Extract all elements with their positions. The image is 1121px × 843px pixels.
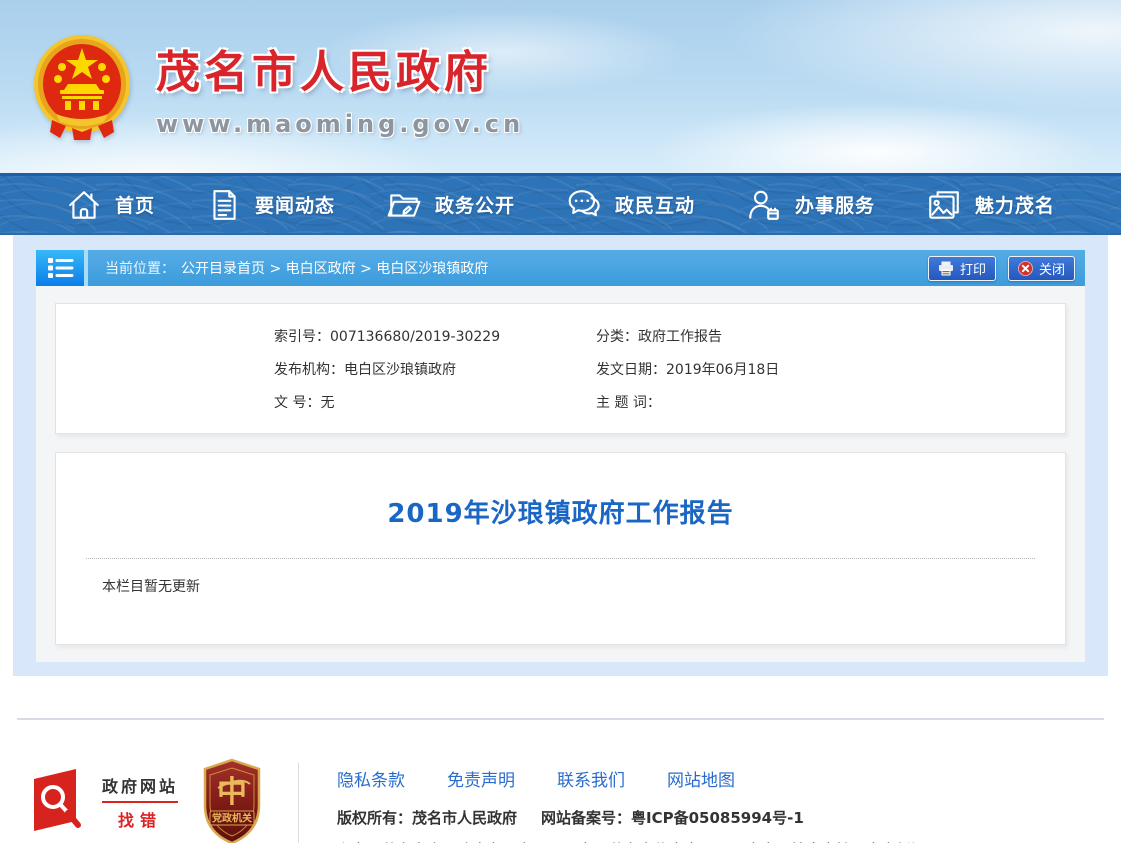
- nav-item-news[interactable]: 要闻动态: [206, 187, 335, 223]
- home-icon: [66, 187, 102, 223]
- site-header: 茂名市人民政府 www.maoming.gov.cn: [0, 0, 1121, 173]
- list-icon: [46, 256, 74, 280]
- disclaimer-link[interactable]: 免责声明: [447, 766, 515, 791]
- main-nav: 首页 要闻动态 政务公开 政民互动 办事服务: [0, 173, 1121, 235]
- nav-item-charm[interactable]: 魅力茂名: [926, 187, 1055, 223]
- breadcrumb-path[interactable]: 公开目录首页 > 电白区政府 > 电白区沙琅镇政府: [181, 258, 488, 278]
- print-button-label: 打印: [960, 259, 986, 278]
- meta-publish-date: 发文日期：2019年06月18日: [596, 354, 1065, 387]
- meta-doc-number: 文 号：无: [56, 387, 596, 420]
- document-metadata-card: 索引号：007136680/2019-30229 分类：政府工作报告 发布机构：…: [55, 303, 1066, 434]
- nav-item-services[interactable]: 办事服务: [746, 187, 875, 223]
- footer: 政府网站 找错 中 党政机关 隐私条款 免责声明 联系我们 网站地图: [0, 720, 1121, 843]
- error-badge-line2: 找错: [102, 807, 178, 831]
- site-logo[interactable]: 茂名市人民政府 www.maoming.gov.cn: [32, 34, 524, 140]
- news-icon: [206, 187, 242, 223]
- close-button[interactable]: 关闭: [1008, 256, 1075, 281]
- nav-label: 首页: [115, 191, 155, 218]
- nav-label: 政民互动: [615, 191, 695, 218]
- chat-icon: [566, 187, 602, 223]
- footer-vertical-divider: [298, 763, 299, 843]
- host-text: 主办：茂名市人民政府办公室: [337, 839, 532, 843]
- print-button[interactable]: 打印: [928, 256, 996, 281]
- copyright-text: 版权所有：茂名市人民政府: [337, 807, 517, 828]
- printer-icon: [938, 261, 954, 276]
- contact-link[interactable]: 联系我们: [557, 766, 625, 791]
- nav-label: 要闻动态: [255, 191, 335, 218]
- folder-icon: [386, 187, 422, 223]
- meta-index-number: 索引号：007136680/2019-30229: [56, 321, 596, 354]
- article-card: 2019年沙琅镇政府工作报告 本栏目暂无更新: [55, 452, 1066, 645]
- service-person-icon: [746, 187, 782, 223]
- nav-label: 魅力茂名: [975, 191, 1055, 218]
- error-report-flag-icon: [30, 767, 94, 837]
- nav-item-gov-affairs[interactable]: 政务公开: [386, 187, 515, 223]
- support-text: 内容及技术支持：南方新闻网: [746, 839, 941, 843]
- article-title: 2019年沙琅镇政府工作报告: [86, 493, 1035, 530]
- catalog-list-button[interactable]: [36, 250, 88, 286]
- icp-number: 网站备案号：粤ICP备05085994号-1: [541, 807, 804, 828]
- website-error-report-badge[interactable]: 政府网站 找错: [30, 767, 178, 837]
- meta-keywords: 主 题 词：: [596, 387, 1065, 420]
- nav-label: 办事服务: [795, 191, 875, 218]
- nav-item-interaction[interactable]: 政民互动: [566, 187, 695, 223]
- party-badge-label: 党政机关: [212, 812, 252, 825]
- privacy-link[interactable]: 隐私条款: [337, 766, 405, 791]
- organizer-text: 承办：茂名市信息中心: [564, 839, 714, 843]
- party-government-badge[interactable]: 中 党政机关: [200, 758, 264, 843]
- meta-publisher: 发布机构：电白区沙琅镇政府: [56, 354, 596, 387]
- breadcrumb-label: 当前位置：: [105, 258, 175, 278]
- site-name: 茂名市人民政府: [156, 36, 524, 100]
- empty-notice: 本栏目暂无更新: [86, 576, 1035, 596]
- nav-label: 政务公开: [435, 191, 515, 218]
- dotted-divider: [86, 558, 1035, 559]
- site-url: www.maoming.gov.cn: [156, 110, 524, 138]
- breadcrumb-bar: 当前位置： 公开目录首页 > 电白区政府 > 电白区沙琅镇政府 打印 关闭: [36, 250, 1085, 286]
- meta-category: 分类：政府工作报告: [596, 321, 1065, 354]
- close-button-label: 关闭: [1039, 259, 1065, 278]
- main-content: 索引号：007136680/2019-30229 分类：政府工作报告 发布机构：…: [36, 286, 1085, 662]
- nav-item-home[interactable]: 首页: [66, 187, 155, 223]
- national-emblem-icon: [32, 34, 132, 140]
- error-badge-line1: 政府网站: [102, 773, 178, 803]
- close-icon: [1018, 261, 1033, 276]
- content-wrapper: 当前位置： 公开目录首页 > 电白区政府 > 电白区沙琅镇政府 打印 关闭: [13, 235, 1108, 676]
- photos-icon: [926, 187, 962, 223]
- sitemap-link[interactable]: 网站地图: [667, 766, 735, 791]
